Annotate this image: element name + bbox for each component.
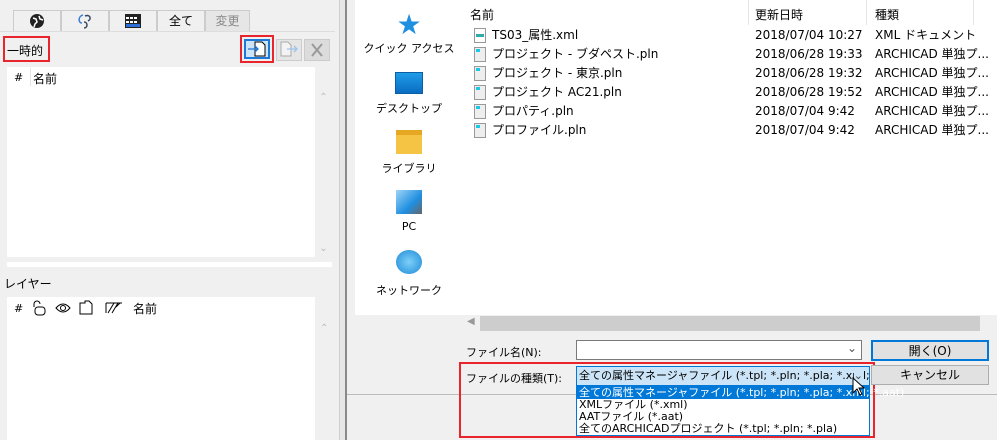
file-row[interactable]: TS03_属性.xml 2018/07/04 10:27 XML ドキュメント (470, 26, 997, 45)
tab-attributes[interactable] (61, 10, 109, 31)
eye-icon (55, 303, 71, 313)
star-icon: ★ (396, 8, 422, 41)
nav-desktop[interactable]: デスクトップ (355, 72, 463, 116)
filetype-selected-value: 全ての属性マネージャファイル (*.tpl; *.pln; *.pla; *.x… (579, 369, 870, 382)
import-file-icon (248, 41, 266, 57)
horizontal-scrollbar[interactable]: ◀ (463, 315, 997, 332)
desktop-icon (395, 72, 423, 94)
grid-icon (125, 14, 141, 28)
filetype-select[interactable]: 全ての属性マネージャファイル (*.tpl; *.pln; *.pla; *.x… (576, 366, 870, 386)
layer-list[interactable] (7, 297, 315, 440)
file-type: ARCHICAD 単独プ... (875, 66, 989, 80)
tab-changed[interactable]: 変更 (205, 10, 250, 31)
scroll-left-icon[interactable]: ◀ (467, 316, 475, 327)
layer-section-title: レイヤー (4, 277, 52, 291)
file-row[interactable]: プロジェクト AC21.pln 2018/06/28 19:52 ARCHICA… (470, 83, 997, 102)
nav-pc[interactable]: PC (355, 190, 463, 233)
file-type: ARCHICAD 単独プ... (875, 123, 989, 137)
close-icon (311, 43, 323, 57)
file-name: プロパティ.pln (492, 104, 574, 118)
export-button[interactable] (276, 39, 302, 61)
pln-file-icon (474, 47, 486, 62)
file-date: 2018/06/28 19:33 (755, 47, 863, 61)
lock-icon (33, 300, 46, 316)
temp-scrollbar[interactable]: ⌃ ⌄ (315, 88, 332, 258)
file-row[interactable]: プロジェクト - ブダペスト.pln 2018/06/28 19:33 ARCH… (470, 45, 997, 64)
temp-list[interactable] (7, 67, 315, 257)
temp-col-name: 名前 (33, 72, 58, 86)
file-name: プロジェクト AC21.pln (492, 85, 622, 99)
filetype-dropdown[interactable]: 全ての属性マネージャファイル (*.tpl; *.pln; *.pla; *.x… (576, 386, 904, 436)
file-type: ARCHICAD 単独プ... (875, 47, 989, 61)
pln-file-icon (474, 104, 486, 119)
nav-label: デスクトップ (376, 102, 442, 115)
column-divider[interactable] (866, 0, 867, 25)
layer-scroll-up-icon[interactable]: ⌃ (320, 323, 328, 334)
nav-label: ネットワーク (376, 284, 442, 297)
nav-label: ライブラリ (381, 162, 437, 175)
xml-file-icon (474, 28, 486, 43)
scroll-up-icon[interactable]: ⌃ (315, 92, 332, 103)
pln-file-icon (474, 66, 486, 81)
temp-col-hash: # (14, 71, 24, 84)
attributes-icon (78, 14, 91, 29)
layer-col-hash: # (14, 302, 24, 315)
mouse-cursor-icon (852, 377, 866, 396)
pc-icon (396, 190, 422, 214)
library-icon (396, 130, 422, 154)
nav-label: クイック アクセス (363, 42, 455, 55)
import-button[interactable] (244, 39, 270, 59)
globe-icon (30, 14, 44, 28)
open-button[interactable]: 開く(O) (871, 340, 989, 361)
column-divider[interactable] (748, 0, 749, 25)
cancel-button[interactable]: キャンセル (871, 365, 989, 385)
file-type: ARCHICAD 単独プ... (875, 104, 989, 118)
scroll-down-icon[interactable]: ⌄ (315, 243, 332, 254)
file-row[interactable]: プロパティ.pln 2018/07/04 9:42 ARCHICAD 単独プ..… (470, 102, 997, 121)
column-divider[interactable] (973, 0, 974, 25)
nav-label: PC (401, 220, 417, 233)
splitter[interactable] (7, 262, 332, 267)
folder-icon (79, 300, 93, 315)
temp-col-divider (30, 68, 31, 86)
column-header-date[interactable]: 更新日時 (755, 5, 803, 25)
nav-library[interactable]: ライブラリ (355, 130, 463, 176)
file-row[interactable]: プロファイル.pln 2018/07/04 9:42 ARCHICAD 単独プ.… (470, 121, 997, 140)
tab-all[interactable]: 全て (157, 10, 205, 31)
chevron-down-icon[interactable]: ⌄ (847, 341, 857, 355)
column-header-type[interactable]: 種類 (875, 5, 899, 25)
file-date: 2018/07/04 9:42 (755, 104, 855, 118)
file-date: 2018/07/04 10:27 (755, 28, 863, 42)
file-name: プロジェクト - 東京.pln (492, 66, 623, 80)
left-panel: 全て 変更 一時的 # 名前 ⌃ ⌄ レイヤー # 名前 ⌃ (0, 0, 340, 440)
hatch-icon (105, 302, 122, 314)
file-name: プロジェクト - ブダペスト.pln (492, 47, 659, 61)
file-date: 2018/06/28 19:32 (755, 66, 863, 80)
temp-section-title: 一時的 (7, 44, 44, 58)
scrollbar-thumb[interactable] (480, 316, 980, 331)
tab-grid[interactable] (109, 10, 157, 31)
nav-network[interactable]: ネットワーク (355, 250, 463, 298)
nav-quick-access[interactable]: ★ クイック アクセス (355, 10, 463, 56)
tab-globe[interactable] (13, 10, 61, 31)
column-header-name[interactable]: 名前 (470, 5, 748, 25)
file-date: 2018/07/04 9:42 (755, 123, 855, 137)
filetype-option[interactable]: 全てのARCHICADプロジェクト (*.tpl; *.pln; *.pla) (577, 423, 869, 435)
file-type: ARCHICAD 単独プ... (875, 85, 989, 99)
layer-col-name: 名前 (133, 302, 158, 316)
file-row[interactable]: プロジェクト - 東京.pln 2018/06/28 19:32 ARCHICA… (470, 64, 997, 83)
pln-file-icon (474, 123, 486, 138)
file-name: プロファイル.pln (492, 123, 587, 137)
pln-file-icon (474, 85, 486, 100)
file-type: XML ドキュメント (875, 28, 977, 42)
filename-label: ファイル名(N): (466, 346, 542, 359)
export-file-icon (280, 41, 298, 57)
window-divider (339, 0, 347, 440)
file-date: 2018/06/28 19:52 (755, 85, 863, 99)
delete-button[interactable] (304, 39, 330, 61)
file-name: TS03_属性.xml (492, 28, 579, 42)
filetype-label: ファイルの種類(T): (466, 372, 563, 385)
filename-input[interactable]: ⌄ (576, 340, 862, 360)
network-icon (396, 250, 422, 274)
